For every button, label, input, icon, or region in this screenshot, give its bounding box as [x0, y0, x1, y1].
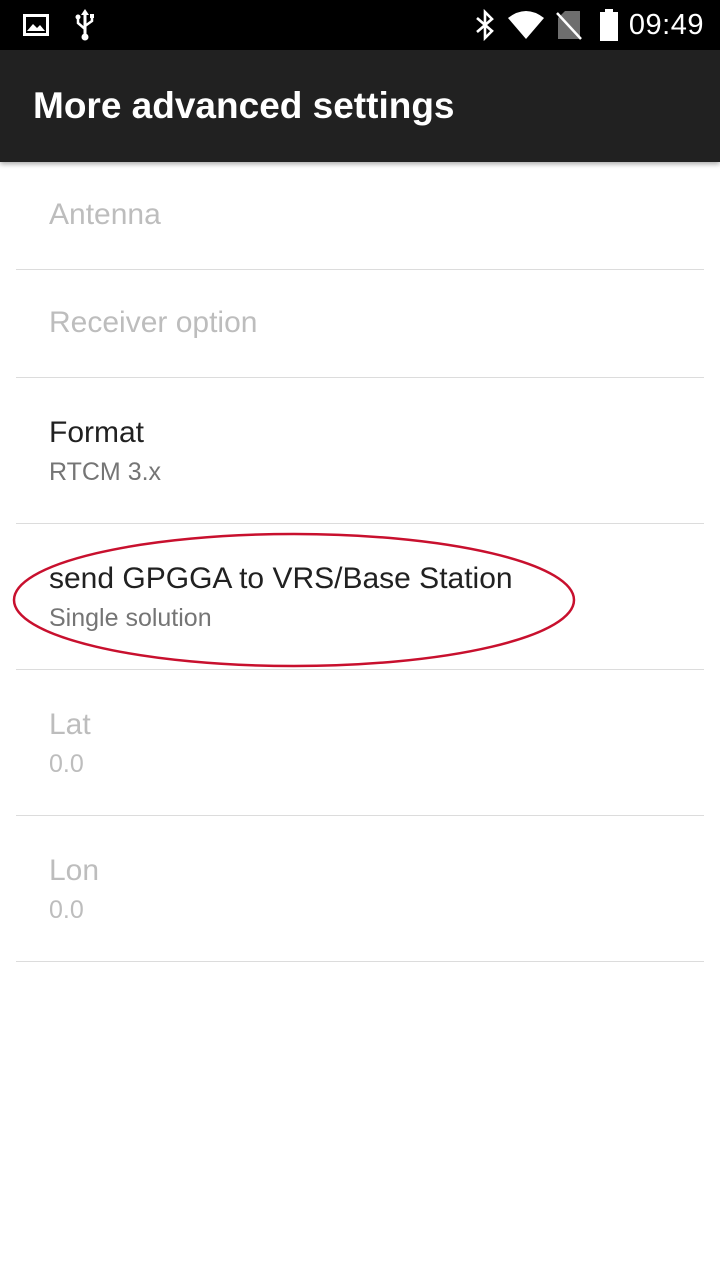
- pref-send-gpgga[interactable]: send GPGGA to VRS/Base Station Single so…: [16, 524, 704, 670]
- pref-summary: 0.0: [49, 750, 84, 778]
- pref-summary: 0.0: [49, 896, 84, 924]
- pref-title: Receiver option: [49, 306, 258, 339]
- pref-antenna: Antenna: [16, 162, 704, 270]
- page-title: More advanced settings: [33, 85, 455, 126]
- pref-format[interactable]: Format RTCM 3.x: [16, 378, 704, 524]
- pref-lon: Lon 0.0: [16, 816, 704, 962]
- preference-list: Antenna Receiver option Format RTCM 3.x …: [0, 162, 720, 962]
- no-sim-icon: [554, 0, 584, 50]
- app-bar: More advanced settings: [0, 50, 720, 162]
- pref-summary: Single solution: [49, 604, 212, 632]
- status-bar: 09:49: [0, 0, 720, 50]
- pref-title: Lat: [49, 708, 91, 741]
- usb-icon: [72, 0, 98, 50]
- pref-title: Antenna: [49, 198, 161, 231]
- battery-icon: [598, 0, 620, 50]
- wifi-icon: [506, 0, 546, 50]
- status-time: 09:49: [628, 8, 704, 41]
- pref-summary: RTCM 3.x: [49, 458, 162, 486]
- pref-title: Format: [49, 416, 145, 449]
- pref-lat: Lat 0.0: [16, 670, 704, 816]
- bluetooth-icon: [472, 0, 498, 50]
- pref-receiver-option: Receiver option: [16, 270, 704, 378]
- pref-title: Lon: [49, 854, 100, 887]
- pref-title: send GPGGA to VRS/Base Station: [49, 562, 513, 595]
- image-icon: [22, 0, 50, 50]
